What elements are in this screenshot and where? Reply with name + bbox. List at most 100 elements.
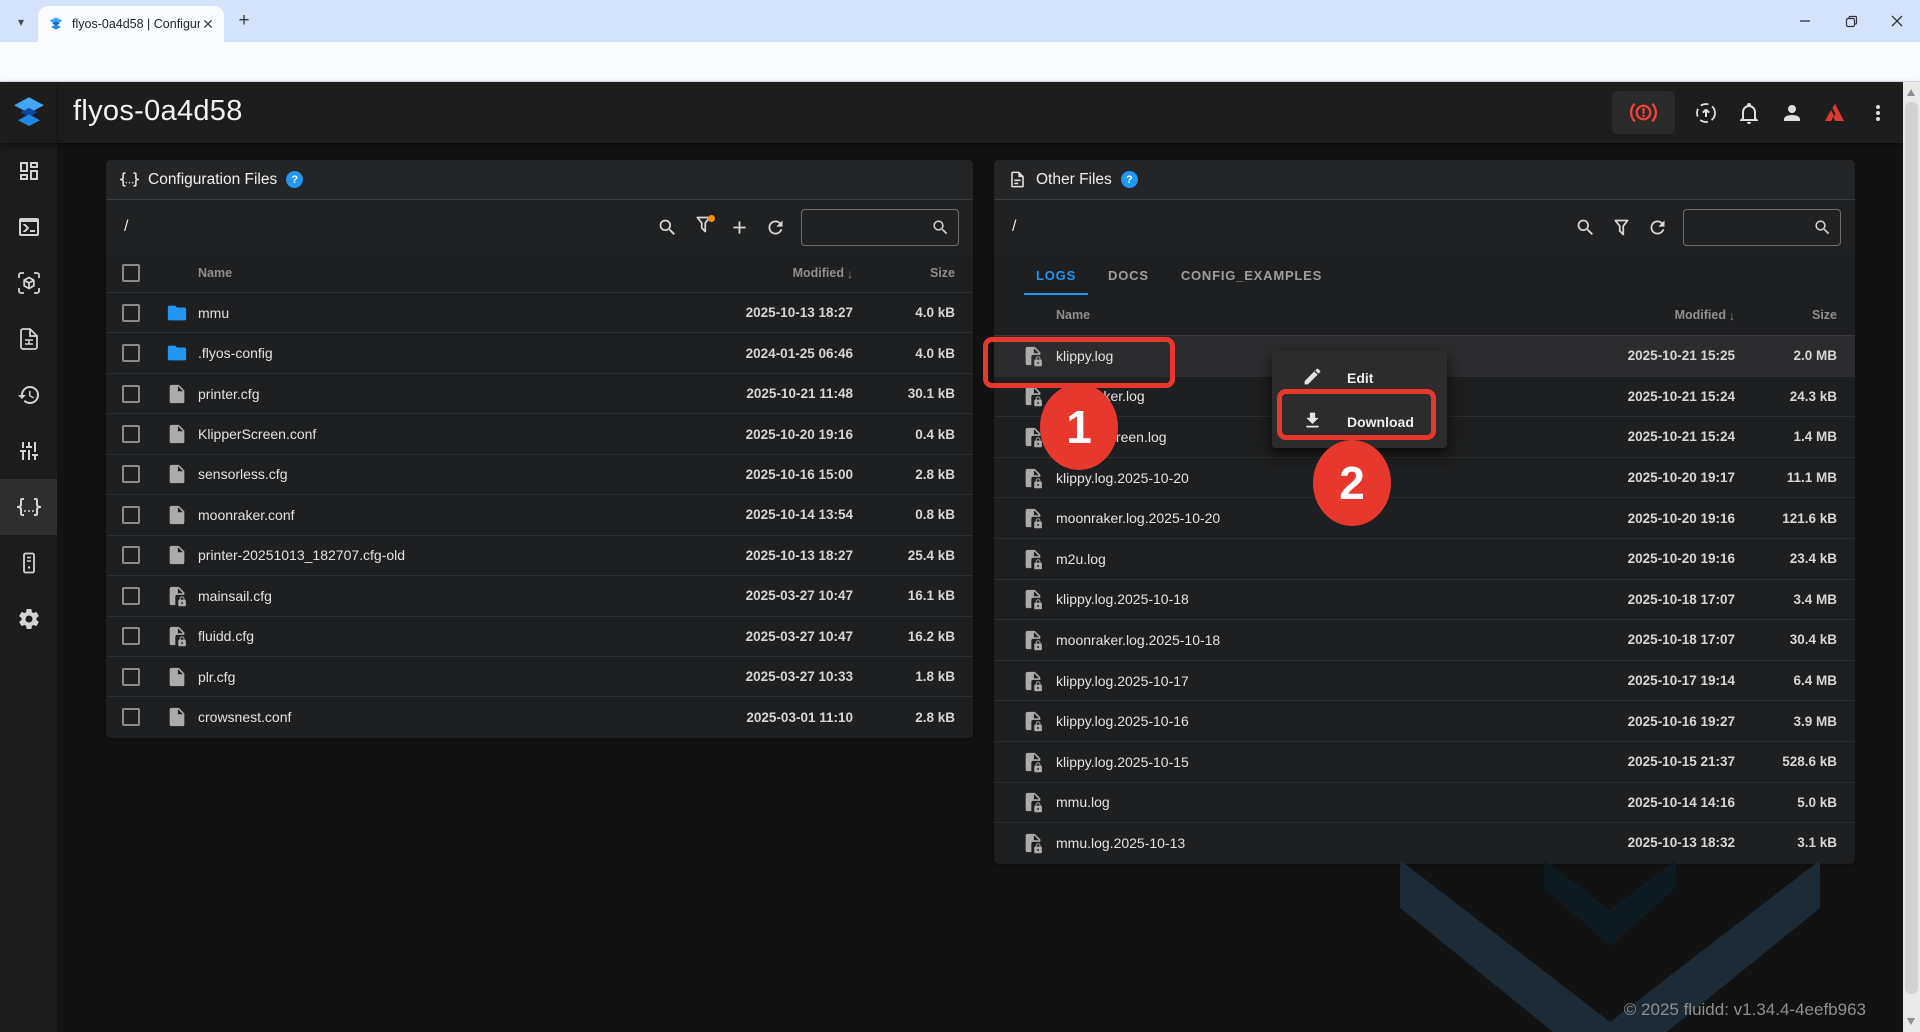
file-row-plr.cfg[interactable]: plr.cfg2025-03-27 10:331.8 kB (106, 656, 973, 696)
file-size: 3.9 MB (1735, 714, 1837, 729)
file-row-moonraker.conf[interactable]: moonraker.conf2025-10-14 13:540.8 kB (106, 494, 973, 534)
row-checkbox[interactable] (122, 708, 140, 726)
theme-logo-icon[interactable] (1823, 101, 1847, 125)
tab-search-icon[interactable]: ▾ (8, 9, 34, 35)
file-size: 5.0 kB (1735, 795, 1837, 810)
file-row-crowsnest.conf[interactable]: crowsnest.conf2025-03-01 11:102.8 kB (106, 696, 973, 736)
footer-version-text: © 2025 fluidd: v1.34.4-4eefb963 (1624, 1000, 1866, 1020)
sidebar-item-history[interactable] (0, 367, 57, 423)
file-row-klippy.log.2025-10-20[interactable]: klippy.log.2025-10-202025-10-20 19:1711.… (994, 457, 1855, 498)
updates-icon[interactable] (1694, 101, 1718, 125)
overflow-menu-icon[interactable] (1866, 101, 1890, 125)
file-row-mainsail.cfg[interactable]: mainsail.cfg2025-03-27 10:4716.1 kB (106, 575, 973, 615)
current-path[interactable]: / (124, 218, 649, 236)
search-icon[interactable] (649, 209, 685, 245)
scrollbar-up-arrow[interactable] (1907, 89, 1915, 96)
file-modified: 2025-10-17 19:14 (1567, 673, 1735, 688)
col-size[interactable]: Size (1735, 308, 1837, 322)
file-row-.flyos-config[interactable]: .flyos-config2024-01-25 06:464.0 kB (106, 332, 973, 372)
file-row-mmu[interactable]: mmu2025-10-13 18:274.0 kB (106, 292, 973, 332)
scrollbar-down-arrow[interactable] (1907, 1018, 1915, 1025)
file-row-moonraker.log.2025-10-18[interactable]: moonraker.log.2025-10-182025-10-18 17:07… (994, 619, 1855, 660)
file-search-input-wrap (801, 209, 959, 246)
file-row-sensorless.cfg[interactable]: sensorless.cfg2025-10-16 15:002.8 kB (106, 454, 973, 494)
browser-tab[interactable]: flyos-0a4d58 | Configuration ✕ (38, 6, 224, 42)
file-row-klippy.log.2025-10-15[interactable]: klippy.log.2025-10-152025-10-15 21:37528… (994, 741, 1855, 782)
file-search-input[interactable] (1692, 220, 1813, 235)
col-name[interactable]: Name (198, 266, 685, 280)
add-file-icon[interactable] (721, 209, 757, 245)
row-checkbox[interactable] (122, 304, 140, 322)
file-row-printer.cfg[interactable]: printer.cfg2025-10-21 11:4830.1 kB (106, 373, 973, 413)
file-modified: 2025-10-18 17:07 (1567, 592, 1735, 607)
file-lock-icon (1022, 507, 1044, 529)
file-name: moonraker.log.2025-10-18 (1056, 632, 1567, 648)
new-tab-button[interactable]: + (232, 10, 256, 34)
help-icon[interactable]: ? (286, 171, 303, 188)
search-icon[interactable] (1567, 209, 1603, 245)
row-checkbox[interactable] (122, 668, 140, 686)
file-search-input[interactable] (810, 220, 931, 235)
row-checkbox[interactable] (122, 465, 140, 483)
file-modified: 2025-03-01 11:10 (685, 710, 853, 725)
row-checkbox[interactable] (122, 627, 140, 645)
configuration-files-panel: Configuration Files ? / Name Modified↓ S… (106, 160, 973, 738)
sidebar-item-dashboard[interactable] (0, 143, 57, 199)
file-row-mmu.log.2025-10-13[interactable]: mmu.log.2025-10-132025-10-13 18:323.1 kB (994, 822, 1855, 863)
row-checkbox[interactable] (122, 546, 140, 564)
col-modified[interactable]: Modified↓ (685, 266, 853, 280)
file-row-printer-20251013_182707.cfg-old[interactable]: printer-20251013_182707.cfg-old2025-10-1… (106, 535, 973, 575)
emergency-stop-icon[interactable] (1612, 91, 1675, 134)
fluidd-logo-icon[interactable] (11, 94, 47, 132)
col-name[interactable]: Name (1056, 308, 1567, 322)
col-modified[interactable]: Modified↓ (1567, 308, 1735, 322)
filter-icon[interactable] (1603, 209, 1639, 245)
sidebar-item-system[interactable] (0, 535, 57, 591)
file-modified: 2025-03-27 10:33 (685, 669, 853, 684)
close-button[interactable] (1874, 0, 1920, 42)
current-path[interactable]: / (1012, 218, 1567, 236)
tab-config_examples[interactable]: CONFIG_EXAMPLES (1165, 268, 1338, 295)
file-row-klippy.log.2025-10-18[interactable]: klippy.log.2025-10-182025-10-18 17:073.4… (994, 579, 1855, 620)
select-all-checkbox[interactable] (122, 264, 140, 282)
refresh-icon[interactable] (757, 209, 793, 245)
page-scrollbar[interactable] (1903, 82, 1920, 1032)
file-row-fluidd.cfg[interactable]: fluidd.cfg2025-03-27 10:4716.2 kB (106, 616, 973, 656)
tab-logs[interactable]: LOGS (1020, 268, 1092, 295)
sidebar-item-console[interactable] (0, 199, 57, 255)
file-name: crowsnest.conf (198, 709, 685, 725)
sidebar-item-configure[interactable] (0, 479, 57, 535)
tab-close-icon[interactable]: ✕ (200, 16, 216, 32)
sidebar-item-settings[interactable] (0, 591, 57, 647)
help-icon[interactable]: ? (1121, 171, 1138, 188)
app-header: flyos-0a4d58 (0, 82, 1920, 143)
file-row-moonraker.log.2025-10-20[interactable]: moonraker.log.2025-10-202025-10-20 19:16… (994, 497, 1855, 538)
filter-icon[interactable] (685, 209, 721, 245)
config-table-header: Name Modified↓ Size (106, 254, 973, 292)
sidebar-item-tune[interactable] (0, 423, 57, 479)
row-checkbox[interactable] (122, 587, 140, 605)
row-checkbox[interactable] (122, 506, 140, 524)
sidebar-item-jobs[interactable] (0, 311, 57, 367)
row-checkbox[interactable] (122, 344, 140, 362)
row-checkbox[interactable] (122, 385, 140, 403)
file-row-mmu.log[interactable]: mmu.log2025-10-14 14:165.0 kB (994, 782, 1855, 823)
file-row-KlipperScreen.conf[interactable]: KlipperScreen.conf2025-10-20 19:160.4 kB (106, 413, 973, 453)
scrollbar-thumb[interactable] (1905, 102, 1918, 994)
file-name: sensorless.cfg (198, 466, 685, 482)
user-icon[interactable] (1780, 101, 1804, 125)
file-row-klippy.log.2025-10-16[interactable]: klippy.log.2025-10-162025-10-16 19:273.9… (994, 700, 1855, 741)
file-size: 1.8 kB (853, 669, 955, 684)
restore-button[interactable] (1828, 0, 1874, 42)
sidebar-item-gcode-preview[interactable] (0, 255, 57, 311)
file-icon (166, 544, 188, 566)
row-checkbox[interactable] (122, 425, 140, 443)
file-row-klippy.log.2025-10-17[interactable]: klippy.log.2025-10-172025-10-17 19:146.4… (994, 660, 1855, 701)
file-row-m2u.log[interactable]: m2u.log2025-10-20 19:1623.4 kB (994, 538, 1855, 579)
refresh-icon[interactable] (1639, 209, 1675, 245)
col-size[interactable]: Size (853, 266, 955, 280)
notifications-icon[interactable] (1737, 101, 1761, 125)
tab-docs[interactable]: DOCS (1092, 268, 1165, 295)
file-lock-icon (1022, 548, 1044, 570)
minimize-button[interactable] (1782, 0, 1828, 42)
